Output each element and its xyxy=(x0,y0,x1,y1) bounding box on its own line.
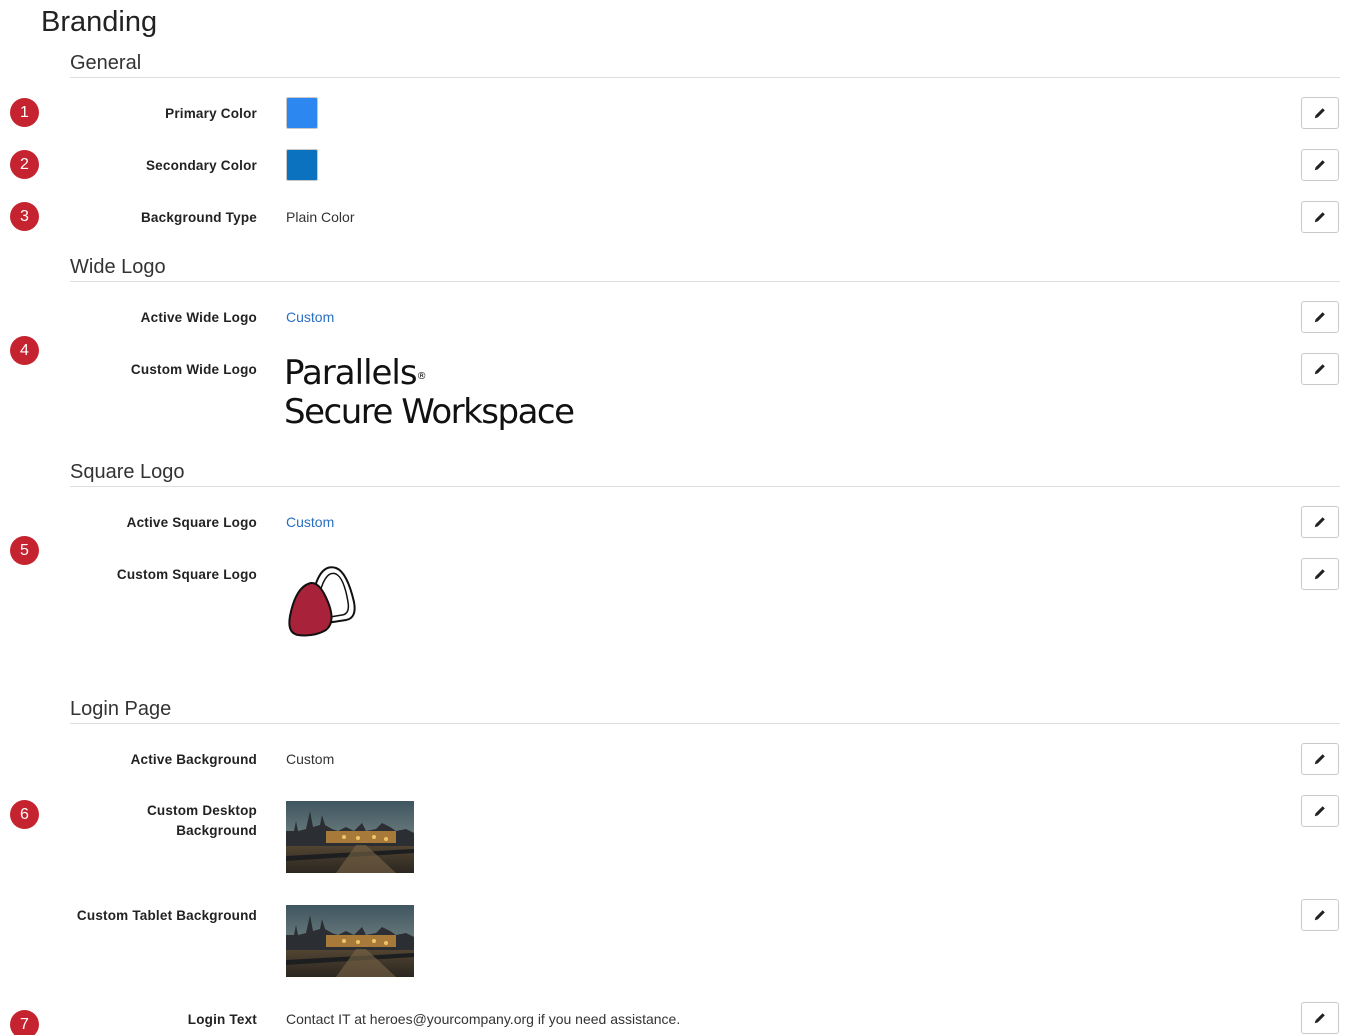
custom-wide-logo-label: Custom Wide Logo xyxy=(130,362,257,377)
custom-square-logo-label: Custom Square Logo xyxy=(116,567,257,582)
section-divider xyxy=(70,723,1340,724)
step-badge-2: 2 xyxy=(10,150,39,179)
primary-color-swatch xyxy=(286,97,318,129)
custom-wide-logo-image: Parallels® Secure Workspace xyxy=(284,353,575,432)
active-wide-logo-label: Active Wide Logo xyxy=(140,310,257,325)
edit-primary-color-button[interactable] xyxy=(1301,97,1339,129)
section-title-square-logo: Square Logo xyxy=(70,461,185,483)
pencil-icon xyxy=(1314,108,1325,119)
custom-desktop-background-thumbnail xyxy=(286,801,414,873)
pencil-icon xyxy=(1314,160,1325,171)
pencil-icon xyxy=(1314,1013,1325,1024)
section-divider xyxy=(70,77,1340,78)
step-badge-1: 1 xyxy=(10,98,39,127)
section-title-login-page: Login Page xyxy=(70,698,172,720)
background-type-value: Plain Color xyxy=(286,209,355,225)
custom-tablet-background-label: Custom Tablet Background xyxy=(76,908,257,923)
custom-desktop-background-label: Custom Desktop Background xyxy=(147,801,257,841)
secondary-color-label: Secondary Color xyxy=(145,158,257,173)
active-wide-logo-value[interactable]: Custom xyxy=(286,307,334,327)
edit-custom-square-logo-button[interactable] xyxy=(1301,558,1339,590)
edit-secondary-color-button[interactable] xyxy=(1301,149,1339,181)
secondary-color-swatch xyxy=(286,149,318,181)
custom-tablet-background-thumbnail xyxy=(286,905,414,977)
section-title-general: General xyxy=(70,52,142,74)
registered-mark: ® xyxy=(416,371,427,382)
section-divider xyxy=(70,486,1340,487)
pencil-icon xyxy=(1314,910,1325,921)
page-title: Branding xyxy=(41,6,158,38)
pencil-icon xyxy=(1314,569,1325,580)
edit-custom-wide-logo-button[interactable] xyxy=(1301,353,1339,385)
pencil-icon xyxy=(1314,754,1325,765)
logo-text-line2: Secure Workspace xyxy=(284,392,575,432)
pencil-icon xyxy=(1314,806,1325,817)
background-type-label: Background Type xyxy=(140,210,257,225)
pencil-icon xyxy=(1314,517,1325,528)
pencil-icon xyxy=(1314,212,1325,223)
active-background-value: Custom xyxy=(286,751,335,767)
label-line: Background xyxy=(176,823,257,838)
primary-color-label: Primary Color xyxy=(165,106,257,121)
label-line: Custom Desktop xyxy=(146,803,257,818)
branding-page: Branding 1 2 3 4 5 6 7 General Primary C… xyxy=(0,0,1345,1035)
edit-desktop-background-button[interactable] xyxy=(1301,795,1339,827)
login-text-label: Login Text xyxy=(187,1012,257,1027)
edit-active-square-logo-button[interactable] xyxy=(1301,506,1339,538)
step-badge-4: 4 xyxy=(10,336,39,365)
login-text-value: Contact IT at heroes@yourcompany.org if … xyxy=(286,1011,681,1027)
logo-text-line1: Parallels xyxy=(284,353,418,393)
active-square-logo-label: Active Square Logo xyxy=(126,515,257,530)
active-background-label: Active Background xyxy=(130,752,257,767)
step-badge-7: 7 xyxy=(10,1010,39,1035)
step-badge-3: 3 xyxy=(10,202,39,231)
edit-login-text-button[interactable] xyxy=(1301,1002,1339,1034)
parallels-square-logo-icon xyxy=(288,566,356,637)
edit-active-wide-logo-button[interactable] xyxy=(1301,301,1339,333)
step-badge-6: 6 xyxy=(10,800,39,829)
edit-tablet-background-button[interactable] xyxy=(1301,899,1339,931)
section-title-wide-logo: Wide Logo xyxy=(70,256,166,278)
edit-background-type-button[interactable] xyxy=(1301,201,1339,233)
active-square-logo-value[interactable]: Custom xyxy=(286,512,334,532)
step-badge-5: 5 xyxy=(10,536,39,565)
pencil-icon xyxy=(1314,364,1325,375)
pencil-icon xyxy=(1314,312,1325,323)
section-divider xyxy=(70,281,1340,282)
edit-active-background-button[interactable] xyxy=(1301,743,1339,775)
